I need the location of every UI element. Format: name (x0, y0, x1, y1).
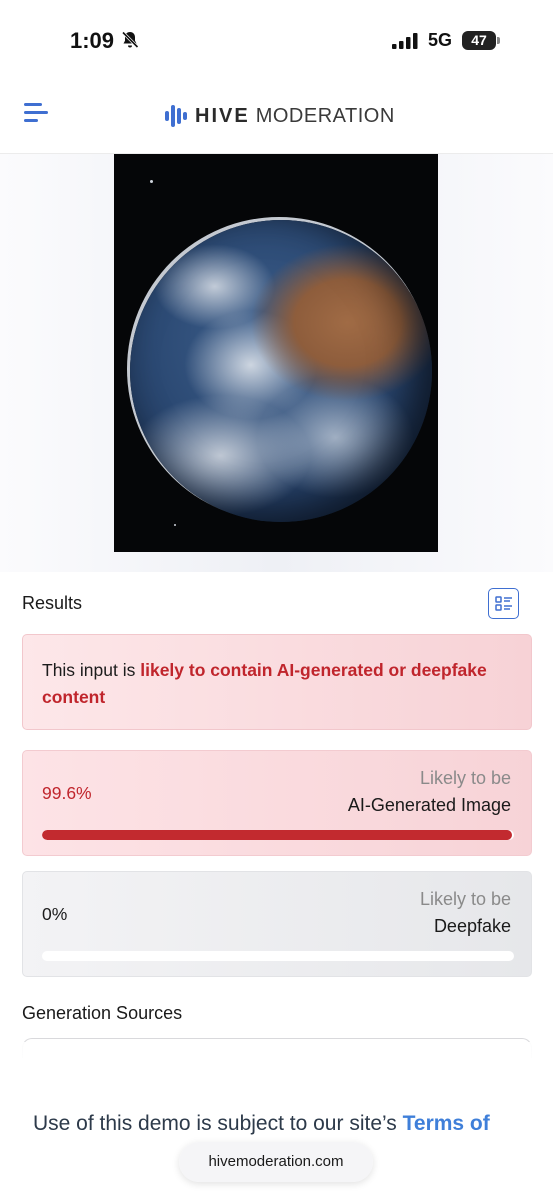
bell-slash-icon (121, 31, 139, 49)
logo-text-moderation: MODERATION (255, 104, 395, 127)
hive-logo-icon (165, 105, 187, 127)
network-type: 5G (428, 30, 453, 50)
ai-generated-bar-track (42, 830, 514, 840)
battery-indicator: 47 (462, 31, 500, 50)
hive-moderation-logo[interactable]: HIVE MODERATION (165, 103, 395, 129)
cellular-signal-icon (392, 33, 418, 49)
ai-generated-likely-label: Likely to be (419, 768, 511, 788)
alert-text: This input is likely to contain AI-gener… (42, 657, 512, 711)
terms-notice: Use of this demo is subject to our site’… (33, 1112, 490, 1136)
results-panel: Results This input is likely to contain … (0, 572, 553, 1058)
hamburger-menu-icon[interactable] (24, 102, 48, 128)
list-view-button[interactable] (488, 588, 519, 619)
deepfake-likely-label: Likely to be (419, 889, 511, 909)
deepfake-score-card: 0% Likely to be Deepfake (22, 871, 532, 977)
battery-cap (497, 37, 500, 44)
browser-url-bar[interactable]: hivemoderation.com (179, 1142, 373, 1182)
star (174, 524, 176, 526)
uploaded-image-panel (0, 154, 553, 572)
footer: Use of this demo is subject to our site’… (0, 1042, 553, 1200)
battery-level: 47 (462, 31, 496, 50)
terms-link[interactable]: Terms of (403, 1112, 490, 1135)
terms-prefix: Use of this demo is subject to our site’… (33, 1112, 403, 1135)
uploaded-earth-image (114, 154, 438, 552)
clock-time: 1:09 (70, 28, 115, 53)
ai-generated-bar-fill (42, 830, 513, 840)
star (150, 180, 153, 183)
deepfake-bar-track (42, 951, 514, 961)
ai-generated-percent: 99.6% (42, 783, 92, 803)
ai-generated-class-label: AI-Generated Image (347, 795, 511, 815)
alert-prefix: This input is (42, 660, 141, 680)
ai-detection-alert: This input is likely to contain AI-gener… (22, 634, 532, 730)
status-bar: 1:09 5G 47 (0, 0, 553, 80)
results-title: Results (22, 593, 83, 613)
generation-sources-title: Generation Sources (22, 1003, 183, 1023)
list-view-icon (495, 596, 512, 611)
earth-globe (130, 220, 432, 522)
app-header: HIVE MODERATION (0, 80, 553, 154)
deepfake-class-label: Deepfake (433, 916, 511, 936)
deepfake-percent: 0% (42, 904, 68, 924)
ai-generated-score-card: 99.6% Likely to be AI-Generated Image (22, 750, 532, 856)
logo-text-hive: HIVE (195, 104, 250, 127)
